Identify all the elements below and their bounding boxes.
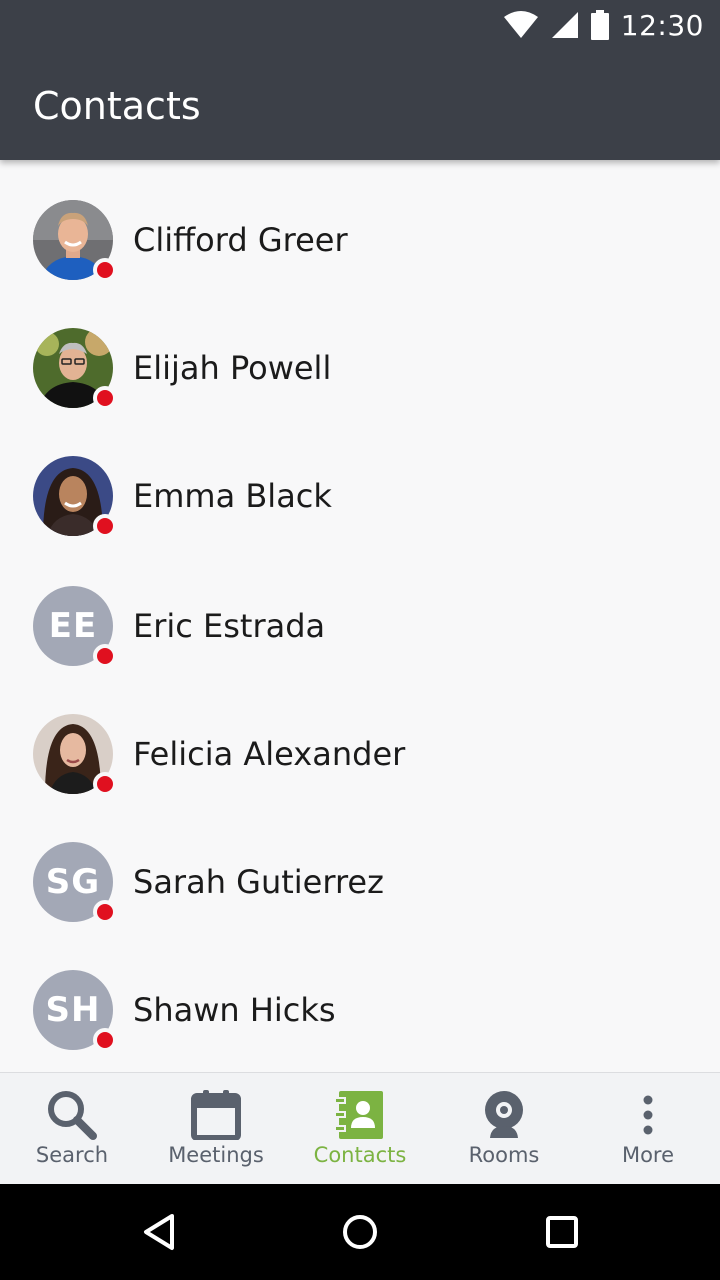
avatar [33, 456, 117, 538]
battery-icon [590, 10, 609, 40]
contact-name: Emma Black [133, 477, 332, 515]
home-icon[interactable] [340, 1212, 380, 1252]
contact-name: Shawn Hicks [133, 991, 336, 1029]
page-title: Contacts [33, 84, 201, 128]
avatar [33, 200, 117, 282]
list-item[interactable]: SH Shawn Hicks [0, 946, 720, 1072]
cell-signal-icon [551, 12, 578, 38]
list-item[interactable]: Felicia Alexander [0, 690, 720, 818]
contact-name: Eric Estrada [133, 607, 326, 645]
status-bar: 12:30 [503, 8, 704, 42]
presence-busy-indicator [93, 644, 117, 668]
presence-busy-indicator [93, 258, 117, 282]
contact-list[interactable]: Clifford Greer Elijah Powell Emma Black … [0, 160, 720, 1072]
contact-name: Felicia Alexander [133, 735, 406, 773]
nav-tab-rooms[interactable]: Rooms [432, 1073, 576, 1184]
nav-label: Search [35, 1143, 109, 1167]
nav-tab-meetings[interactable]: Meetings [144, 1073, 288, 1184]
list-item[interactable]: EE Eric Estrada [0, 562, 720, 690]
avatar: SG [33, 842, 117, 924]
nav-tab-contacts[interactable]: Contacts [288, 1073, 432, 1184]
more-vertical-icon [620, 1087, 676, 1143]
list-item[interactable]: SG Sarah Gutierrez [0, 818, 720, 946]
status-time: 12:30 [620, 8, 704, 42]
nav-label: Contacts [313, 1143, 407, 1167]
nav-tab-search[interactable]: Search [0, 1073, 144, 1184]
search-icon [44, 1087, 100, 1143]
avatar: EE [33, 586, 117, 668]
presence-busy-indicator [93, 900, 117, 924]
presence-busy-indicator [93, 514, 117, 538]
contact-name: Sarah Gutierrez [133, 863, 384, 901]
webcam-icon [476, 1087, 532, 1143]
app-bar: 12:30 Contacts [0, 0, 720, 160]
avatar [33, 714, 117, 796]
presence-busy-indicator [93, 1028, 117, 1052]
list-item[interactable]: Emma Black [0, 432, 720, 560]
nav-label: Meetings [168, 1143, 264, 1167]
back-icon[interactable] [140, 1212, 180, 1252]
system-navigation-bar [0, 1184, 720, 1280]
wifi-icon [503, 11, 538, 38]
calendar-icon [188, 1087, 244, 1143]
contacts-book-icon [332, 1087, 388, 1143]
avatar: SH [33, 970, 117, 1052]
contact-name: Elijah Powell [133, 349, 332, 387]
presence-busy-indicator [93, 772, 117, 796]
list-item[interactable]: Elijah Powell [0, 304, 720, 432]
nav-label: More [621, 1143, 675, 1167]
contact-name: Clifford Greer [133, 221, 348, 259]
bottom-navigation: Search Meetings Contacts Rooms More [0, 1072, 720, 1184]
presence-busy-indicator [93, 386, 117, 410]
recents-icon[interactable] [542, 1212, 582, 1252]
nav-label: Rooms [468, 1143, 540, 1167]
avatar [33, 328, 117, 410]
nav-tab-more[interactable]: More [576, 1073, 720, 1184]
list-item[interactable]: Clifford Greer [0, 176, 720, 304]
